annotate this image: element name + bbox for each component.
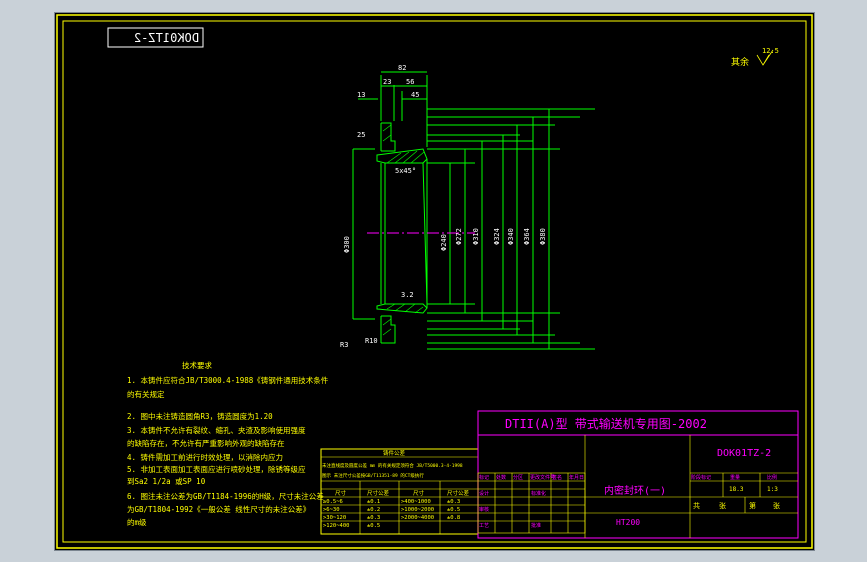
cad-drawing: DOK01TZ-2 其余 12.5 82 23 56 45 13 25 5x45… xyxy=(56,14,813,549)
mirrored-code-text: DOK01TZ-2 xyxy=(134,31,199,45)
role-label: 设计 xyxy=(479,490,489,497)
role-label: 批准 xyxy=(531,522,541,529)
material: HT200 xyxy=(616,518,640,527)
drawing-number: DOK01TZ-2 xyxy=(717,448,771,459)
tolerance-cell: ±0.3 xyxy=(447,499,460,505)
tolerance-cell: ±0.8 xyxy=(447,515,460,521)
diameter-labels: Φ300 Φ240 Φ272 Φ310 Φ324 Φ340 Φ364 Φ380 xyxy=(343,228,547,253)
dim-45: 45 xyxy=(411,91,419,99)
dim-d240: Φ240 xyxy=(440,234,448,251)
rev-header: 年月日 xyxy=(569,474,584,481)
tech-req-line: 的缺陷存在，不允许有严重影响外观的缺陷存在 xyxy=(127,438,285,448)
dim-82: 82 xyxy=(398,64,406,72)
part-name: 内密封环(一) xyxy=(604,484,666,497)
tolerance-cell: >120~400 xyxy=(323,523,350,529)
dim-d300: Φ300 xyxy=(343,236,351,253)
roughness-note: 其余 xyxy=(731,56,749,68)
role-label: 工艺 xyxy=(479,523,489,529)
dim-23: 23 xyxy=(383,78,391,86)
tech-req-line: 为GB/T1804-1992《一般公差 线性尺寸的未注公差》 xyxy=(127,504,310,514)
technical-requirements: 技术要求 1. 本铸件应符合JB/T3000.4-1988《铸钢件通用技术条件 … xyxy=(127,360,329,527)
rev-header: 标记 xyxy=(479,474,489,481)
dimension-labels: 82 23 56 45 13 25 5x45° 3.2 R3 R10 xyxy=(340,64,419,349)
tech-req-line: 2. 图中未注铸造圆角R3，铸造圆度为1.20 xyxy=(127,411,273,421)
dim-angle-25: 25 xyxy=(357,131,365,139)
tolerance-cell: >400~1000 xyxy=(401,499,431,505)
weight-label: 重量 xyxy=(730,474,740,481)
tech-req-line: 的m级 xyxy=(127,517,147,527)
dim-d272: Φ272 xyxy=(455,228,463,245)
tech-req-line: 5. 非加工表面加工表面应进行喷砂处理，除锈等级应 xyxy=(127,464,306,474)
roughness-value: 12.5 xyxy=(762,47,779,55)
tolerance-cell: ≥0.5~6 xyxy=(323,499,343,505)
sheet-unit: 张 xyxy=(773,501,780,510)
tech-req-line: 6. 图注未注公差为GB/T1184-1996的H级，尺寸未注公差 xyxy=(127,491,324,501)
tech-req-heading: 技术要求 xyxy=(182,360,212,370)
tolerance-cell: >2000~4000 xyxy=(401,515,434,521)
sheet-no: 第 xyxy=(749,501,756,510)
drawing-viewport[interactable]: DOK01TZ-2 其余 12.5 82 23 56 45 13 25 5x45… xyxy=(54,12,815,551)
sheet-unit: 张 xyxy=(719,501,726,510)
dim-56: 56 xyxy=(406,78,414,86)
tolerance-cell: ±0.5 xyxy=(447,507,460,513)
tolerance-header: 尺寸 xyxy=(335,489,347,497)
tolerance-table: 铸件公差 未注直线度及圆度公差 mm 的有关规定须符合 JB/T5000.3-4… xyxy=(320,448,479,535)
tech-req-line: 的有关规定 xyxy=(127,389,165,399)
tolerance-cell: ±0.2 xyxy=(367,507,380,513)
tolerance-cell: ±0.5 xyxy=(367,523,380,529)
dim-d340: Φ340 xyxy=(507,228,515,245)
tolerance-cell: >1000~2000 xyxy=(401,507,434,513)
dim-r3: R3 xyxy=(340,341,348,349)
tolerance-cell: ±0.1 xyxy=(367,499,380,505)
tolerance-header: 尺寸公差 xyxy=(367,489,390,497)
dim-d324: Φ324 xyxy=(493,228,501,245)
tolerance-note: 图示 未注尺寸公差按GB/T11351-89 的CT级执行 xyxy=(322,472,424,479)
lower-wedge-section xyxy=(376,303,428,314)
tech-req-line: 3. 本铸件不允许有裂纹、缩孔、夹渣及影响使用强度 xyxy=(127,425,306,435)
tech-req-line: 1. 本铸件应符合JB/T3000.4-1988《铸钢件通用技术条件 xyxy=(127,375,329,385)
tolerance-header: 尺寸公差 xyxy=(447,489,470,497)
rev-header: 处数 xyxy=(496,474,506,481)
tolerance-title: 铸件公差 xyxy=(383,449,406,457)
dim-r10: R10 xyxy=(365,337,378,345)
rev-header: 签名 xyxy=(552,474,562,481)
dim-rough-32: 3.2 xyxy=(401,291,414,299)
tech-req-line: 到Sa2 1/2a 或SP 10 xyxy=(127,476,206,486)
dim-d364: Φ364 xyxy=(523,228,531,245)
dim-d380: Φ380 xyxy=(539,228,547,245)
scale-value: 1:3 xyxy=(767,486,778,493)
sheet-total: 共 xyxy=(693,501,700,510)
role-label: 审核 xyxy=(479,506,489,513)
dim-13: 13 xyxy=(357,91,365,99)
tolerance-cell: >6~30 xyxy=(323,507,340,513)
rev-header: 分区 xyxy=(513,474,523,481)
role-label: 标准化 xyxy=(531,490,546,497)
tech-req-line: 4. 铸件需加工前进行时效处理，以消除内应力 xyxy=(127,452,283,462)
weight-value: 18.3 xyxy=(729,486,744,493)
stage-label: 阶段标记 xyxy=(691,474,711,481)
tolerance-cell: >30~120 xyxy=(323,515,346,521)
lower-flange xyxy=(381,315,396,344)
tolerance-note: 未注直线度及圆度公差 mm 的有关规定须符合 JB/T5000.3-4-1998 xyxy=(322,462,463,469)
dim-d310: Φ310 xyxy=(472,228,480,245)
dim-chamfer: 5x45° xyxy=(395,167,416,175)
scale-label: 比例 xyxy=(767,474,777,481)
drawing-title: DTII(A)型 带式输送机专用图-2002 xyxy=(505,416,707,431)
tolerance-cell: ±0.3 xyxy=(367,515,380,521)
tolerance-header: 尺寸 xyxy=(413,489,425,497)
title-block: DTII(A)型 带式输送机专用图-2002 标记 处数 分区 更改文件号 签名… xyxy=(477,410,799,539)
